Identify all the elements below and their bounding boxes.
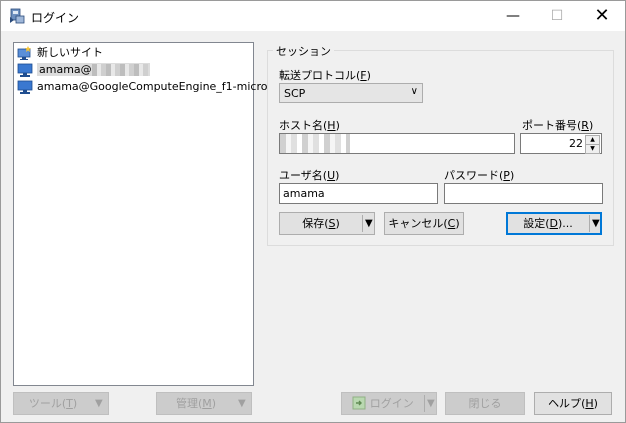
port-value: 22 bbox=[569, 137, 583, 150]
user-input[interactable]: amama bbox=[279, 183, 438, 204]
computer-icon bbox=[17, 63, 33, 77]
maximize-button[interactable]: ☐ bbox=[534, 1, 580, 31]
login-button[interactable]: ログイン ▼ bbox=[341, 392, 437, 415]
title-bar: ログイン — ☐ ✕ bbox=[1, 1, 625, 31]
save-button-label: 保存(S) bbox=[302, 217, 340, 230]
password-label: パスワード(P) bbox=[444, 169, 515, 182]
site-item-amama[interactable]: amama@ bbox=[17, 62, 150, 78]
protocol-label: 転送プロトコル(F) bbox=[279, 69, 371, 82]
dropdown-arrow-icon: ▼ bbox=[427, 398, 435, 409]
host-input[interactable] bbox=[279, 133, 515, 154]
manage-button[interactable]: 管理(M) ▼ bbox=[156, 392, 252, 415]
protocol-select[interactable]: SCP ∨ bbox=[279, 83, 423, 103]
session-group-label: セッション bbox=[273, 43, 334, 59]
divider bbox=[362, 215, 363, 232]
spin-down-icon[interactable]: ▼ bbox=[585, 144, 600, 154]
protocol-value: SCP bbox=[284, 87, 306, 100]
site-item-label: amama@ bbox=[37, 63, 150, 76]
port-label: ポート番号(R) bbox=[522, 119, 594, 132]
chevron-down-icon: ∨ bbox=[410, 86, 418, 97]
help-button[interactable]: ヘルプ(H) bbox=[534, 392, 612, 415]
port-stepper[interactable]: 22 ▲ ▼ bbox=[520, 133, 602, 154]
login-window: ログイン — ☐ ✕ 新しいサイト amama@ amama@GoogleCom… bbox=[0, 0, 626, 423]
password-input[interactable] bbox=[444, 183, 603, 204]
divider bbox=[424, 395, 425, 412]
winscp-app-icon bbox=[10, 8, 25, 24]
dropdown-arrow-icon[interactable]: ▼ bbox=[365, 213, 373, 234]
minimize-button[interactable]: — bbox=[490, 1, 536, 31]
site-item-new[interactable]: 新しいサイト bbox=[17, 45, 103, 61]
window-title: ログイン bbox=[31, 11, 80, 25]
computer-icon bbox=[17, 80, 33, 94]
redacted-host bbox=[91, 64, 148, 76]
user-label: ユーザ名(U) bbox=[279, 169, 340, 182]
tools-button[interactable]: ツール(T) ▼ bbox=[13, 392, 109, 415]
close-window-button[interactable]: ✕ bbox=[579, 1, 625, 31]
divider bbox=[589, 215, 590, 232]
site-item-gce[interactable]: amama@GoogleComputeEngine_f1-micro bbox=[17, 79, 267, 95]
save-button[interactable]: 保存(S) ▼ bbox=[279, 212, 375, 235]
redacted-host bbox=[280, 134, 350, 153]
new-site-icon bbox=[17, 46, 31, 60]
host-label: ホスト名(H) bbox=[279, 119, 340, 132]
cancel-button[interactable]: キャンセル(C) bbox=[384, 212, 464, 235]
dropdown-arrow-icon: ▼ bbox=[238, 398, 246, 409]
site-item-label: 新しいサイト bbox=[37, 46, 103, 59]
settings-button-label: 設定(D)... bbox=[523, 217, 573, 230]
manage-button-label: 管理(M) bbox=[175, 397, 217, 410]
tools-button-label: ツール(T) bbox=[28, 397, 78, 410]
close-button[interactable]: 閉じる bbox=[445, 392, 525, 415]
user-value: amama bbox=[283, 187, 325, 200]
login-icon bbox=[352, 396, 366, 410]
site-item-label: amama@GoogleComputeEngine_f1-micro bbox=[37, 80, 268, 93]
site-tree[interactable]: 新しいサイト amama@ amama@GoogleComputeEngine_… bbox=[13, 42, 267, 386]
login-button-label: ログイン bbox=[342, 393, 424, 414]
dropdown-arrow-icon[interactable]: ▼ bbox=[592, 213, 600, 234]
settings-button[interactable]: 設定(D)... ▼ bbox=[506, 212, 602, 235]
dropdown-arrow-icon: ▼ bbox=[95, 398, 103, 409]
